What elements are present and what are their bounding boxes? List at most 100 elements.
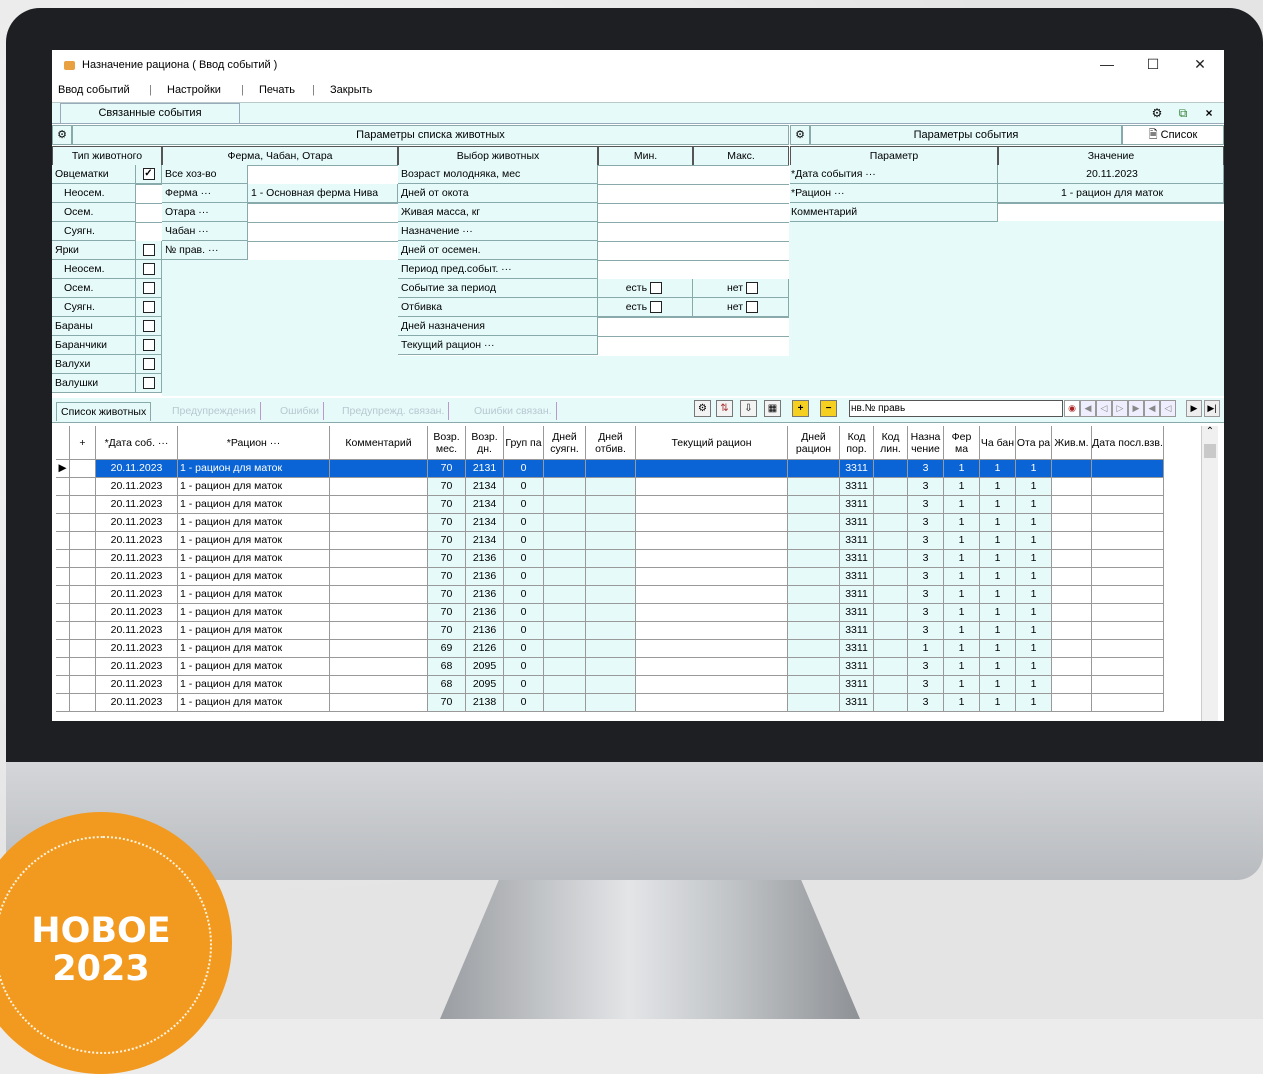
table-cell[interactable] [874, 658, 908, 676]
select-row-min[interactable]: есть [598, 279, 693, 298]
table-cell[interactable] [874, 568, 908, 586]
table-cell[interactable] [1092, 604, 1164, 622]
table-cell[interactable]: 3 [908, 460, 944, 478]
grid-header-cell[interactable] [56, 426, 70, 460]
table-cell[interactable]: 1 [944, 496, 980, 514]
table-cell[interactable]: 3311 [840, 532, 874, 550]
table-cell[interactable]: 20.11.2023 [96, 550, 178, 568]
search-input[interactable] [849, 400, 1063, 417]
scroll-thumb[interactable] [1204, 444, 1216, 458]
table-row[interactable]: 20.11.2023 1 - рацион для маток 69 2126 0 331… [56, 640, 1206, 658]
tab-linked-warnings[interactable]: Предупрежд. связан. [338, 402, 450, 420]
table-cell[interactable] [636, 676, 788, 694]
table-cell[interactable] [636, 640, 788, 658]
table-cell[interactable]: 1 [1016, 622, 1052, 640]
table-cell[interactable]: 1 [980, 586, 1016, 604]
table-cell[interactable]: 3311 [840, 460, 874, 478]
table-cell[interactable]: 1 [980, 604, 1016, 622]
table-cell[interactable]: 1 [980, 658, 1016, 676]
table-cell[interactable]: 3 [908, 658, 944, 676]
table-cell[interactable]: 2138 [466, 694, 504, 712]
table-cell[interactable]: 1 [980, 640, 1016, 658]
animal-type-checkbox-cell[interactable] [136, 298, 162, 317]
table-cell[interactable] [636, 460, 788, 478]
vertical-scrollbar[interactable]: ⌃ [1201, 426, 1218, 721]
table-cell[interactable] [788, 622, 840, 640]
grid-header-cell[interactable]: Текущий рацион [636, 426, 788, 460]
table-row[interactable]: 20.11.2023 1 - рацион для маток 70 2134 0 331… [56, 514, 1206, 532]
table-cell[interactable] [788, 532, 840, 550]
table-cell[interactable]: 68 [428, 676, 466, 694]
table-cell[interactable]: 1 [1016, 568, 1052, 586]
farm-row-label[interactable]: № прав. ··· [162, 241, 248, 260]
select-row-max[interactable] [693, 184, 789, 185]
grid-header-cell[interactable]: *Дата соб. ··· [96, 426, 178, 460]
table-cell[interactable]: 1 [980, 622, 1016, 640]
table-cell[interactable] [1092, 640, 1164, 658]
table-cell[interactable]: 1 - рацион для маток [178, 658, 330, 676]
grid-header-cell[interactable]: Фер ма [944, 426, 980, 460]
select-row-max[interactable]: нет [693, 298, 789, 317]
grid-header-cell[interactable]: Код лин. [874, 426, 908, 460]
table-cell[interactable]: 3311 [840, 640, 874, 658]
table-cell[interactable] [1052, 514, 1092, 532]
animal-type-checkbox-cell[interactable] [136, 222, 162, 223]
table-cell[interactable]: 1 [1016, 550, 1052, 568]
table-cell[interactable] [330, 694, 428, 712]
table-cell[interactable] [330, 496, 428, 514]
table-row[interactable]: 20.11.2023 1 - рацион для маток 68 2095 0 331… [56, 658, 1206, 676]
checkbox[interactable] [650, 282, 662, 295]
table-cell[interactable]: 1 - рацион для маток [178, 586, 330, 604]
checkbox[interactable] [142, 282, 155, 295]
table-cell[interactable] [1092, 658, 1164, 676]
table-cell[interactable] [874, 586, 908, 604]
table-cell[interactable] [544, 496, 586, 514]
table-cell[interactable] [874, 532, 908, 550]
table-cell[interactable]: 2095 [466, 676, 504, 694]
table-cell[interactable]: 1 [1016, 640, 1052, 658]
export-icon[interactable]: ⇩ [740, 400, 757, 417]
table-cell[interactable] [586, 658, 636, 676]
checkbox[interactable]: ✓ [142, 168, 155, 181]
checkbox[interactable] [142, 377, 155, 390]
table-cell[interactable] [544, 622, 586, 640]
table-cell[interactable]: 3311 [840, 568, 874, 586]
animal-type-checkbox-cell[interactable] [136, 317, 162, 336]
table-cell[interactable] [636, 622, 788, 640]
checkbox[interactable] [142, 358, 155, 371]
select-row-min[interactable] [598, 241, 693, 242]
table-cell[interactable]: 70 [428, 622, 466, 640]
close-icon[interactable]: ✕ [1185, 56, 1215, 73]
table-cell[interactable] [330, 568, 428, 586]
select-row-min[interactable] [598, 317, 693, 318]
grid-header-cell[interactable]: Комментарий [330, 426, 428, 460]
event-param-value[interactable]: 20.11.2023 [998, 165, 1224, 184]
grid-header-cell[interactable]: Возр. мес. [428, 426, 466, 460]
table-cell[interactable]: 1 - рацион для маток [178, 640, 330, 658]
table-cell[interactable] [1092, 676, 1164, 694]
table-cell[interactable] [330, 622, 428, 640]
table-cell[interactable] [1052, 640, 1092, 658]
table-cell[interactable]: 1 [1016, 478, 1052, 496]
table-row[interactable]: 20.11.2023 1 - рацион для маток 70 2134 0 331… [56, 496, 1206, 514]
table-cell[interactable]: 0 [504, 640, 544, 658]
table-cell[interactable]: 0 [504, 586, 544, 604]
menu-print[interactable]: Печать [259, 84, 295, 96]
animal-type-checkbox-cell[interactable] [136, 374, 162, 393]
table-cell[interactable] [636, 550, 788, 568]
farm-row-label[interactable]: Отара ··· [162, 203, 248, 222]
table-cell[interactable]: 2136 [466, 622, 504, 640]
select-row-max[interactable] [693, 241, 789, 242]
table-cell[interactable] [1052, 676, 1092, 694]
table-cell[interactable] [1092, 622, 1164, 640]
table-cell[interactable]: 3 [908, 496, 944, 514]
farm-row-value[interactable] [248, 165, 398, 166]
table-cell[interactable]: 1 [980, 676, 1016, 694]
table-row[interactable]: 20.11.2023 1 - рацион для маток 70 2136 0 331… [56, 568, 1206, 586]
table-cell[interactable]: 0 [504, 676, 544, 694]
grid-header-cell[interactable]: Дней суягн. [544, 426, 586, 460]
table-cell[interactable] [586, 514, 636, 532]
table-cell[interactable]: 20.11.2023 [96, 604, 178, 622]
table-cell[interactable]: 1 [980, 460, 1016, 478]
table-cell[interactable]: 0 [504, 460, 544, 478]
